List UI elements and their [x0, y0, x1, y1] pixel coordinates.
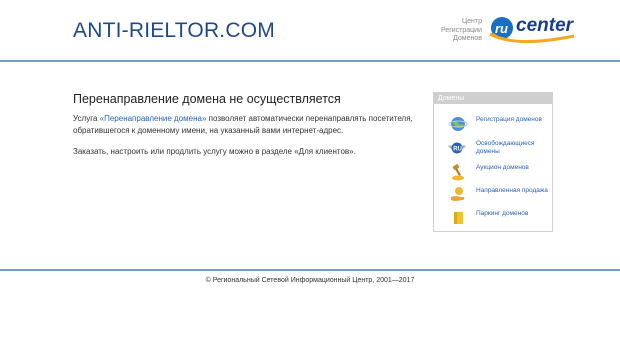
ru-center-caption-line: Центр: [461, 18, 482, 25]
header-divider: [0, 60, 620, 62]
ru-wings-icon: RU: [448, 142, 466, 154]
svg-text:ru: ru: [495, 21, 508, 36]
auction-coin-icon: [452, 164, 464, 181]
globe-icon: [448, 117, 468, 131]
sidebar-item-direct-sale[interactable]: Направленная продажа: [434, 184, 552, 206]
svg-text:RU: RU: [453, 147, 462, 153]
sidebar-item-label: Паркинг доменов: [476, 210, 529, 217]
para-prefix: Услуга: [73, 114, 100, 123]
sidebar-item-label: Направленная продажа: [476, 187, 548, 194]
sidebar-item-label: Освобождающиеся домены: [476, 140, 535, 155]
sidebar-item-parking[interactable]: Паркинг доменов: [434, 207, 552, 229]
sidebar-item-registration[interactable]: Регистрация доменов: [434, 113, 552, 135]
hand-coin-icon: [451, 187, 465, 201]
sidebar-item-expiring[interactable]: RU Освобождающиеся домены: [434, 137, 552, 159]
site-title[interactable]: ANTI-RIELTOR.COM: [73, 19, 275, 43]
sidebar-item-label: Аукцион доменов: [476, 164, 529, 171]
parking-box-icon: [454, 212, 463, 224]
ru-center-caption-line: Регистрации: [440, 26, 482, 34]
panel-title: Домены: [434, 93, 552, 104]
order-paragraph: Заказать, настроить или продлить услугу …: [73, 147, 356, 156]
ru-center-logo-text: center: [516, 15, 574, 36]
ru-center-caption: Центр Регистрации Доменов: [412, 18, 482, 44]
ru-center-caption-line: Доменов: [453, 35, 482, 42]
sidebar-item-auction[interactable]: Аукцион доменов: [434, 161, 552, 183]
page-heading: Перенаправление домена не осуществляется: [73, 92, 341, 106]
redirect-service-link[interactable]: «Перенаправление домена»: [100, 114, 207, 123]
footer-divider: [0, 269, 620, 271]
domains-panel: Домены Регистрация доменов RU Освобождаю…: [433, 92, 553, 232]
footer-copyright: © Региональный Сетевой Информационный Це…: [205, 277, 415, 284]
description-paragraph: Услуга «Перенаправление домена» позволяе…: [73, 113, 428, 137]
sidebar-item-label: Регистрация доменов: [476, 116, 542, 123]
